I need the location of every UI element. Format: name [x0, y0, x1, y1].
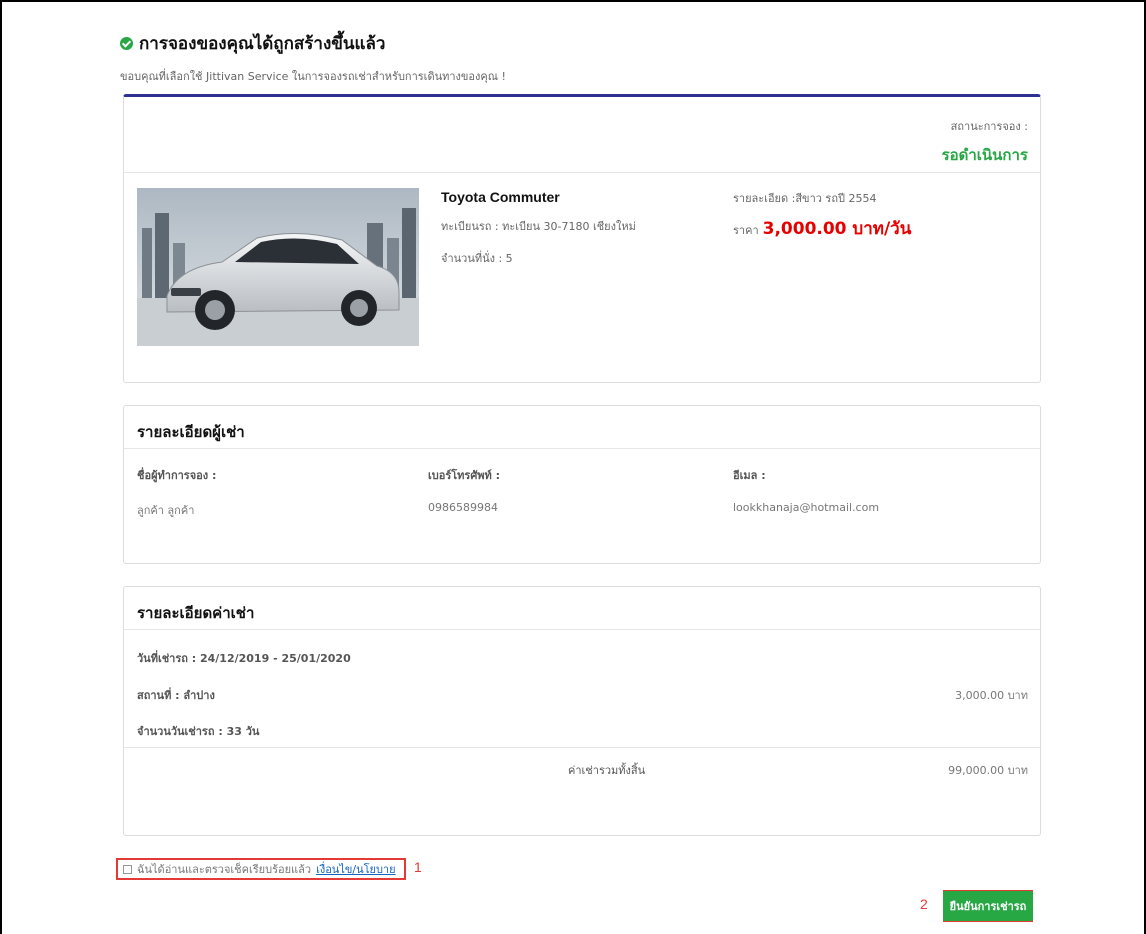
total-label: ค่าเช่ารวมทั้งสิ้น	[568, 764, 646, 777]
annotation-marker-2: 2	[920, 896, 928, 912]
page-title: การจองของคุณได้ถูกสร้างขึ้นแล้ว	[120, 30, 506, 57]
rental-days: จำนวนวันเช่ารถ : 33 วัน	[137, 725, 260, 738]
booking-card: สถานะการจอง : รอดำเนินการ Toyota Commute…	[123, 94, 1041, 383]
renter-card: รายละเอียดผู้เช่า ชื่อผู้ทำการจอง : ลูกค…	[123, 405, 1041, 564]
agreement-row: ฉันได้อ่านและตรวจเช็คเรียบร้อยแล้ว เงื่อ…	[116, 858, 406, 880]
car-plate: ทะเบียนรถ : ทะเบียน 30-7180 เชียงใหม่	[441, 220, 636, 233]
divider	[124, 747, 1040, 748]
renter-phone-value: 0986589984	[428, 501, 498, 514]
policy-link[interactable]: เงื่อนไข/นโยบาย	[316, 860, 396, 878]
divider	[124, 172, 1040, 173]
confirm-highlight: ยืนยันการเช่ารถ	[942, 890, 1034, 922]
car-image	[137, 188, 419, 346]
page-subtitle: ขอบคุณที่เลือกใช้ Jittivan Service ในการ…	[120, 70, 506, 83]
confirmation-header: การจองของคุณได้ถูกสร้างขึ้นแล้ว ขอบคุณที…	[120, 30, 506, 85]
status-label: สถานะการจอง :	[950, 120, 1028, 133]
car-seats: จำนวนที่นั่ง : 5	[441, 252, 513, 265]
car-detail: รายละเอียด :สีขาว รถปี 2554	[733, 192, 877, 205]
car-price: ราคา 3,000.00 บาท/วัน	[733, 215, 911, 242]
renter-email: อีเมล : lookkhanaja@hotmail.com	[733, 466, 879, 514]
rental-location: สถานที่ : ลำปาง	[137, 689, 215, 702]
renter-email-label: อีเมล :	[733, 469, 766, 482]
agreement-checkbox[interactable]	[123, 864, 132, 874]
cost-card: รายละเอียดค่าเช่า วันที่เช่ารถ : 24/12/2…	[123, 586, 1041, 836]
total-amount: 99,000.00 บาท	[948, 764, 1028, 777]
page-title-text: การจองของคุณได้ถูกสร้างขึ้นแล้ว	[139, 34, 386, 54]
divider	[124, 448, 1040, 449]
renter-title: รายละเอียดผู้เช่า	[137, 423, 245, 441]
annotation-marker-1: 1	[414, 859, 422, 875]
car-name: Toyota Commuter	[441, 189, 560, 205]
location-amount: 3,000.00 บาท	[955, 689, 1028, 702]
renter-name-value: ลูกค้า ลูกค้า	[137, 504, 195, 517]
rental-dates: วันที่เช่ารถ : 24/12/2019 - 25/01/2020	[137, 652, 351, 665]
agreement-text: ฉันได้อ่านและตรวจเช็คเรียบร้อยแล้ว	[137, 863, 312, 876]
renter-phone: เบอร์โทรศัพท์ : 0986589984	[428, 466, 500, 514]
price-label: ราคา	[733, 224, 759, 237]
renter-email-value: lookkhanaja@hotmail.com	[733, 501, 880, 514]
status-badge: รอดำเนินการ	[941, 146, 1028, 164]
check-circle-icon	[120, 37, 133, 50]
divider	[124, 629, 1040, 630]
cost-title: รายละเอียดค่าเช่า	[137, 604, 255, 622]
renter-name: ชื่อผู้ทำการจอง : ลูกค้า ลูกค้า	[137, 466, 216, 519]
price-value: 3,000.00 บาท/วัน	[762, 219, 912, 239]
confirm-rental-button[interactable]: ยืนยันการเช่ารถ	[942, 891, 1034, 921]
renter-phone-label: เบอร์โทรศัพท์ :	[428, 469, 501, 482]
renter-name-label: ชื่อผู้ทำการจอง :	[137, 469, 217, 482]
